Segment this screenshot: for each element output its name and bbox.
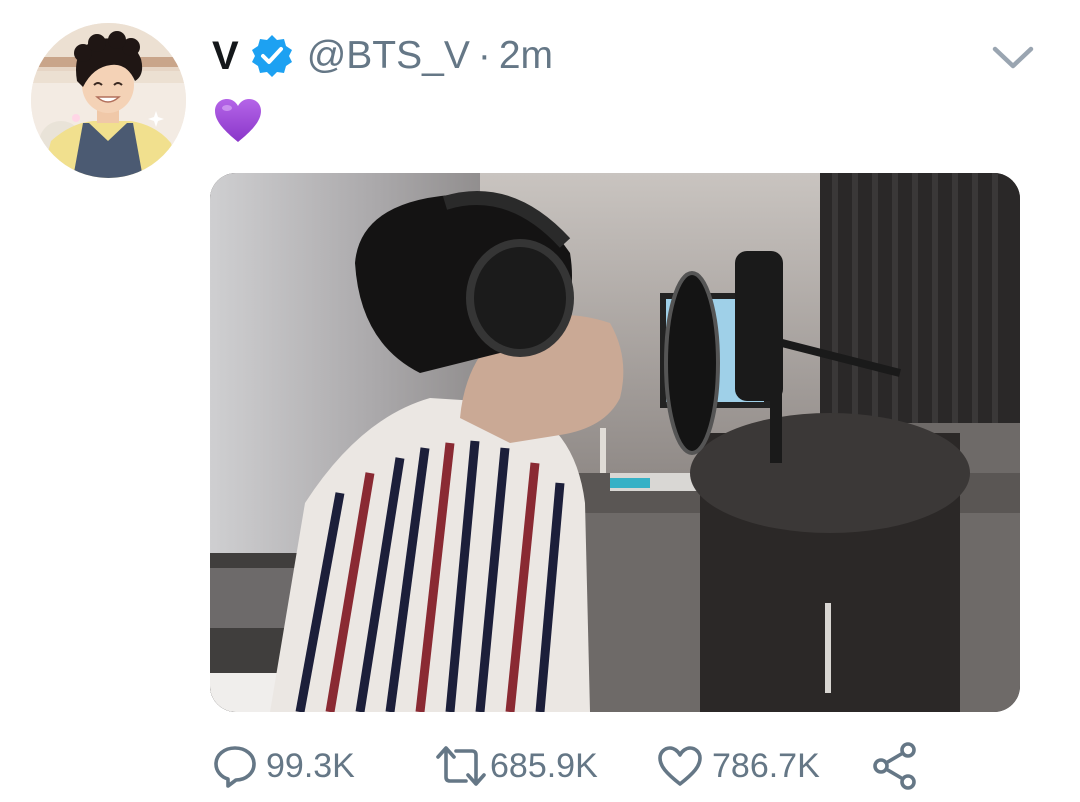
separator-dot: · [477,34,491,77]
tweet-action-bar: 99.3K 685.9K 786.7K [212,738,932,794]
share-button[interactable] [872,738,920,794]
verified-badge-icon [249,33,295,79]
chevron-down-icon[interactable] [990,42,1036,74]
tweet-header: V @BTS_V · 2m [212,28,553,84]
display-name[interactable]: V [212,34,239,79]
tweet-card: V @BTS_V · 2m 99.3K 685.9K 786.7K [0,0,1080,802]
reply-count: 99.3K [266,746,355,785]
heart-icon [656,743,704,789]
retweet-icon [434,743,488,789]
like-button[interactable]: 786.7K [656,738,820,794]
user-handle[interactable]: @BTS_V [307,34,470,78]
share-icon [872,741,920,791]
reply-icon [212,743,258,789]
like-count: 786.7K [712,746,820,785]
timestamp[interactable]: 2m [499,34,553,78]
retweet-button[interactable]: 685.9K [434,738,598,794]
tweet-media-image[interactable] [210,173,1020,712]
retweet-count: 685.9K [490,746,598,785]
reply-button[interactable]: 99.3K [212,738,355,794]
avatar[interactable] [31,23,186,178]
purple-heart-icon [212,95,264,147]
avatar-image [31,23,186,178]
